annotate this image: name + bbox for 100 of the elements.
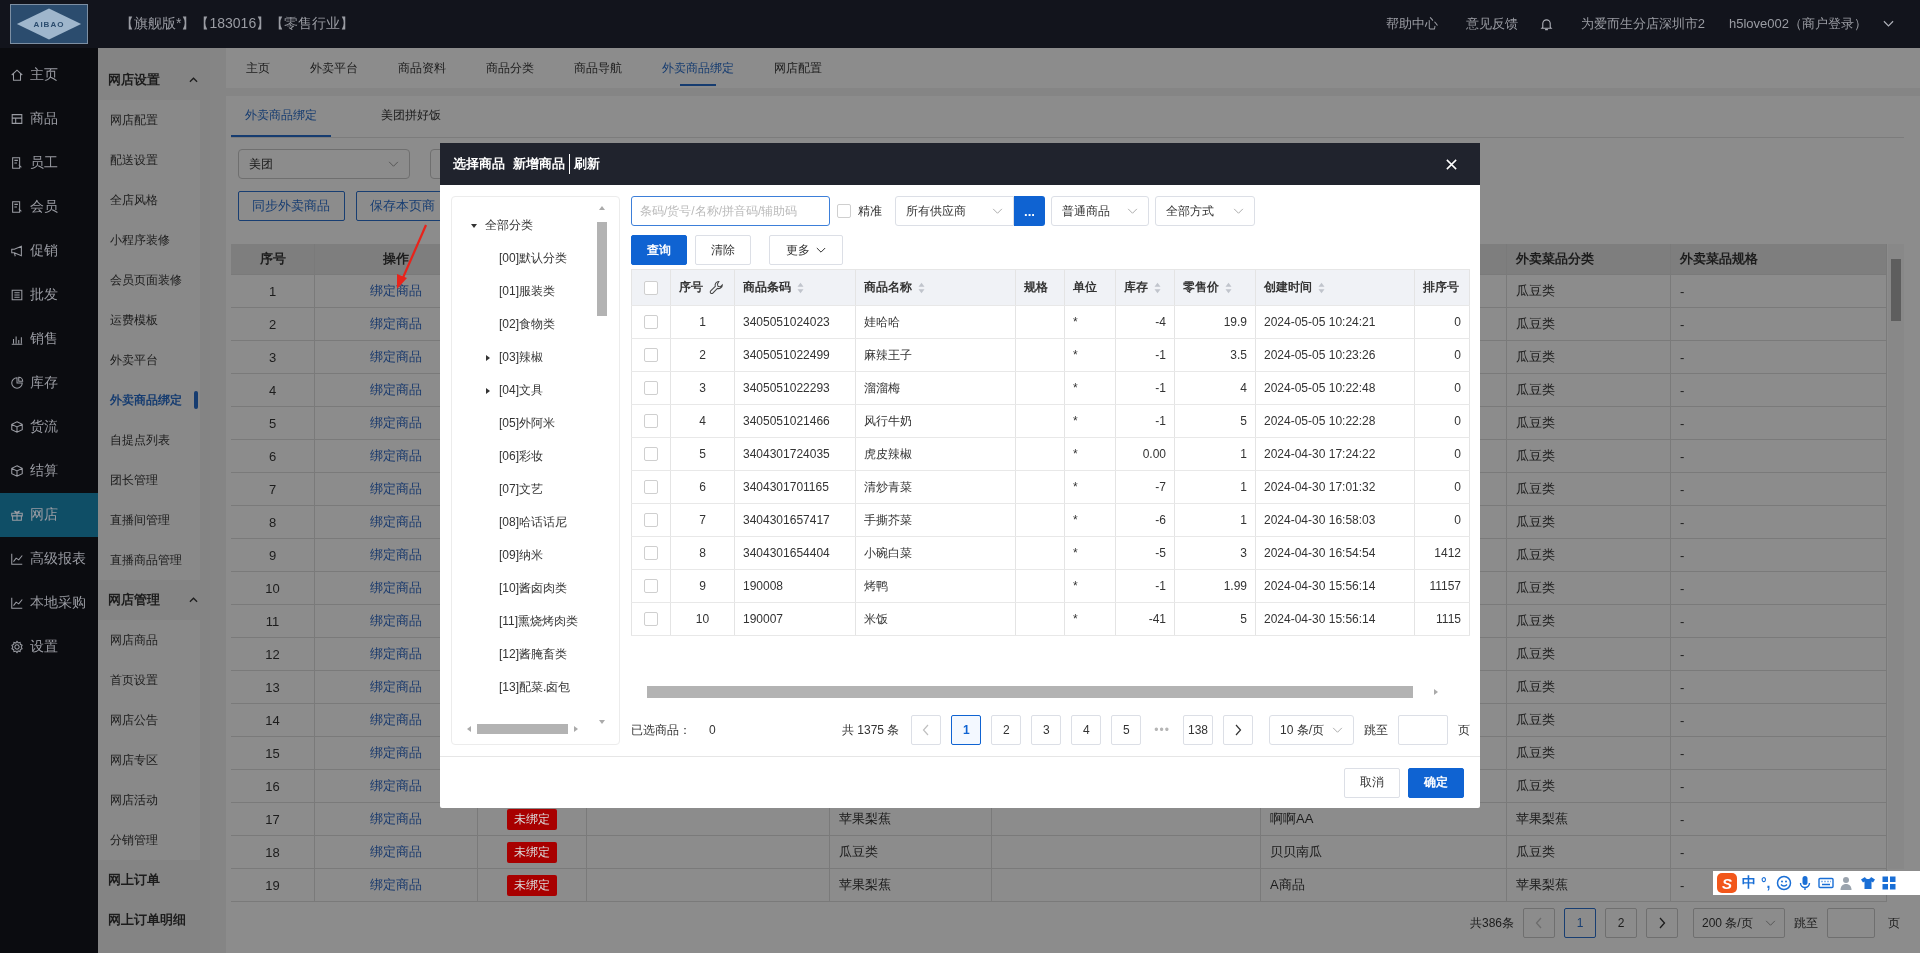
- close-icon[interactable]: [1445, 157, 1458, 171]
- submenu-item[interactable]: 全店风格: [98, 180, 200, 220]
- checkbox[interactable]: [837, 204, 851, 218]
- submenu-item[interactable]: 配送设置: [98, 140, 200, 180]
- bind-link[interactable]: 绑定商品: [370, 711, 422, 729]
- next-page-button[interactable]: [1646, 908, 1678, 938]
- nav-item[interactable]: 结算: [0, 449, 98, 493]
- action-button[interactable]: 同步外卖商品: [238, 191, 345, 221]
- tree-node[interactable]: [07]文艺: [452, 473, 619, 506]
- submenu-item[interactable]: 小程序装修: [98, 220, 200, 260]
- nav-item[interactable]: 商品: [0, 97, 98, 141]
- page-button[interactable]: 2: [1605, 908, 1637, 938]
- shirt-icon[interactable]: [1859, 875, 1876, 891]
- nav-item[interactable]: 设置: [0, 625, 98, 669]
- tab[interactable]: 商品资料: [378, 48, 466, 88]
- submenu-item[interactable]: 运费模板: [98, 300, 200, 340]
- bind-link[interactable]: 绑定商品: [370, 678, 422, 696]
- bind-link[interactable]: 绑定商品: [370, 876, 422, 894]
- submenu-item[interactable]: 网店商品: [98, 620, 200, 660]
- submenu-item[interactable]: 团长管理: [98, 460, 200, 500]
- row-checkbox[interactable]: [644, 315, 658, 329]
- page-button[interactable]: 1: [1564, 908, 1596, 938]
- bind-link[interactable]: 绑定商品: [370, 777, 422, 795]
- page-input[interactable]: [1827, 908, 1875, 938]
- scrollbar-thumb[interactable]: [1891, 259, 1901, 321]
- arrow-right-icon[interactable]: [573, 725, 579, 733]
- supplier-select[interactable]: 所有供应商: [895, 196, 1014, 226]
- submenu-item[interactable]: 外卖平台: [98, 340, 200, 380]
- tab[interactable]: 商品导航: [554, 48, 642, 88]
- nav-item[interactable]: 库存: [0, 361, 98, 405]
- bind-link[interactable]: 绑定商品: [370, 381, 422, 399]
- tab[interactable]: 美团拼好饭: [367, 96, 455, 137]
- nav-item[interactable]: 销售: [0, 317, 98, 361]
- bind-link[interactable]: 绑定商品: [370, 843, 422, 861]
- submenu-item[interactable]: 会员页面装修: [98, 260, 200, 300]
- tree-node[interactable]: [08]哈话话尼: [452, 506, 619, 539]
- arrow-up-icon[interactable]: [598, 205, 606, 211]
- tree-node[interactable]: [05]外阿米: [452, 407, 619, 440]
- tab[interactable]: 网店配置: [754, 48, 842, 88]
- bind-link[interactable]: 绑定商品: [370, 744, 422, 762]
- header-link[interactable]: 刷新: [574, 155, 600, 173]
- nav-item[interactable]: 货流: [0, 405, 98, 449]
- nav-item[interactable]: 员工: [0, 141, 98, 185]
- row-checkbox[interactable]: [644, 480, 658, 494]
- search-field[interactable]: 条码/货号/名称/拼音码/辅助码: [631, 196, 830, 226]
- input-method-logo[interactable]: S: [1717, 873, 1737, 893]
- tab[interactable]: 主页: [226, 48, 290, 88]
- tree-node[interactable]: [02]食物类: [452, 308, 619, 341]
- scrollbar-thumb[interactable]: [477, 724, 568, 734]
- sort-icon[interactable]: [918, 281, 925, 294]
- page-button[interactable]: 138: [1182, 715, 1213, 745]
- menu-link[interactable]: 网上订单: [98, 860, 210, 900]
- scrollbar-thumb[interactable]: [597, 222, 607, 316]
- menu-link[interactable]: 网上订单明细: [98, 900, 210, 940]
- row-checkbox[interactable]: [644, 447, 658, 461]
- keyboard-icon[interactable]: [1817, 875, 1834, 891]
- submenu-item[interactable]: 网店活动: [98, 780, 200, 820]
- clear-button[interactable]: 清除: [695, 235, 751, 265]
- bind-link[interactable]: 绑定商品: [370, 480, 422, 498]
- nav-item[interactable]: 促销: [0, 229, 98, 273]
- nav-item[interactable]: 批发: [0, 273, 98, 317]
- arrow-down-icon[interactable]: [598, 719, 606, 725]
- bell-icon[interactable]: [1539, 17, 1553, 31]
- tree-node[interactable]: [11]熏烧烤肉类: [452, 605, 619, 638]
- scrollbar[interactable]: [597, 205, 607, 725]
- tab[interactable]: 外卖平台: [290, 48, 378, 88]
- row-checkbox[interactable]: [644, 348, 658, 362]
- tree-node[interactable]: [12]酱腌畜类: [452, 638, 619, 671]
- language-mode[interactable]: 中: [1742, 874, 1756, 892]
- tab[interactable]: 外卖商品绑定: [642, 48, 754, 88]
- tree-node[interactable]: [00]默认分类: [452, 242, 619, 275]
- tree-node[interactable]: [01]服装类: [452, 275, 619, 308]
- smiley-icon[interactable]: [1775, 875, 1792, 891]
- method-select[interactable]: 全部方式: [1155, 196, 1255, 226]
- bind-link[interactable]: 绑定商品: [370, 810, 422, 828]
- header-link[interactable]: 新增商品: [513, 155, 565, 173]
- nav-item[interactable]: 本地采购: [0, 581, 98, 625]
- submenu-item[interactable]: 网店专区: [98, 740, 200, 780]
- cancel-button[interactable]: 取消: [1344, 767, 1400, 798]
- sort-icon[interactable]: [1154, 281, 1161, 294]
- row-checkbox[interactable]: [644, 414, 658, 428]
- confirm-button[interactable]: 确定: [1408, 767, 1464, 798]
- nav-item[interactable]: 高级报表: [0, 537, 98, 581]
- arrow-right-icon[interactable]: [1433, 688, 1439, 696]
- header-link[interactable]: 意见反馈: [1465, 15, 1518, 33]
- bind-link[interactable]: 绑定商品: [370, 612, 422, 630]
- punctuation-mode[interactable]: °,: [1761, 875, 1771, 891]
- bind-link[interactable]: 绑定商品: [370, 447, 422, 465]
- bind-link[interactable]: 绑定商品: [370, 579, 422, 597]
- bind-link[interactable]: 绑定商品: [370, 645, 422, 663]
- tab[interactable]: 商品分类: [466, 48, 554, 88]
- submenu-item[interactable]: 网店配置: [98, 100, 200, 140]
- submenu-item[interactable]: 自提点列表: [98, 420, 200, 460]
- arrow-left-icon[interactable]: [466, 725, 472, 733]
- select-all-checkbox[interactable]: [644, 280, 658, 295]
- query-button[interactable]: 查询: [631, 235, 687, 265]
- bind-link[interactable]: 绑定商品: [370, 546, 422, 564]
- bind-link[interactable]: 绑定商品: [370, 282, 422, 300]
- wrench-icon[interactable]: [709, 280, 724, 295]
- submenu-item[interactable]: 外卖商品绑定: [98, 380, 200, 420]
